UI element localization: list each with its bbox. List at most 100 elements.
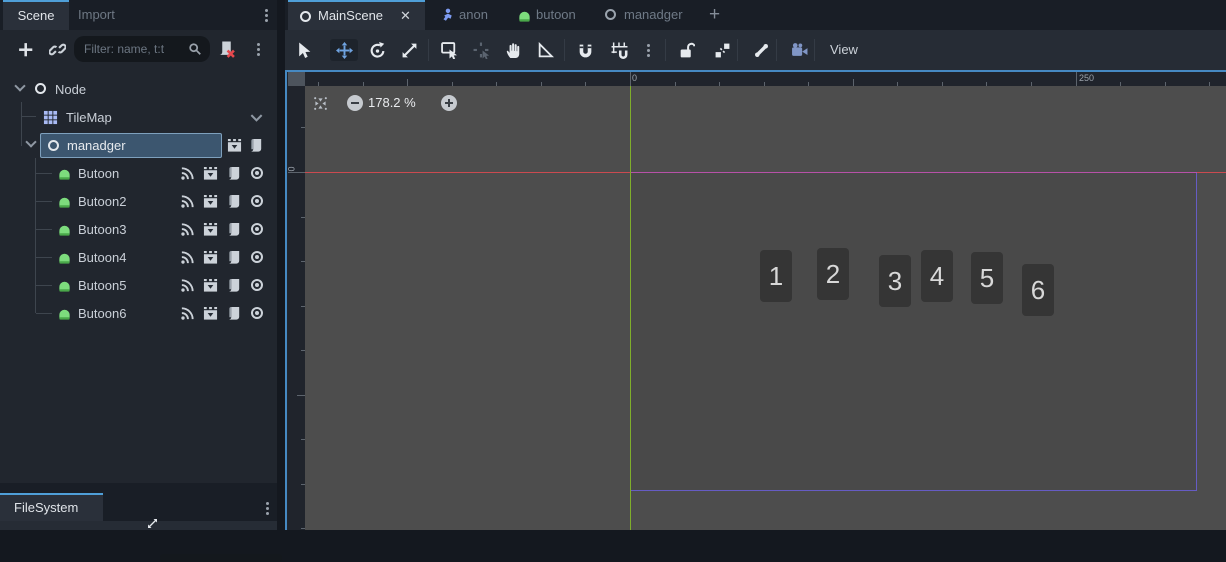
signal-icon[interactable] (180, 306, 195, 321)
button-node-icon (57, 166, 72, 181)
grid-snap-button[interactable] (608, 39, 630, 61)
rotate-tool-button[interactable] (366, 39, 388, 61)
ruler-label: 0 (632, 73, 638, 83)
tree-row-butoon5[interactable]: Butoon5 (0, 271, 277, 299)
ruler-label: 0 (288, 166, 297, 171)
scene-tab-mainscene[interactable]: MainScene ✕ (288, 0, 425, 30)
script-icon[interactable] (227, 250, 242, 265)
collapse-icon[interactable] (14, 80, 26, 92)
scene-button-4: 4 (921, 250, 953, 302)
rename-input[interactable] (67, 134, 217, 157)
scale-tool-button[interactable] (398, 39, 420, 61)
visibility-icon[interactable] (251, 195, 263, 207)
filesystem-menu-icon[interactable] (266, 502, 269, 505)
instance-scene-icon[interactable] (49, 41, 66, 58)
script-icon[interactable] (249, 138, 264, 153)
h-ruler[interactable]: 0 250 (305, 72, 1226, 86)
skeleton-button[interactable] (750, 39, 772, 61)
tab-scene[interactable]: Scene (3, 0, 69, 30)
node-icon (48, 140, 59, 151)
ruler-tool-button[interactable] (534, 39, 556, 61)
visibility-icon[interactable] (251, 279, 263, 291)
toolbar-separator (428, 39, 429, 61)
tree-row-manadger[interactable] (0, 131, 277, 159)
group-button[interactable] (711, 39, 733, 61)
signal-icon[interactable] (180, 194, 195, 209)
script-icon[interactable] (227, 306, 242, 321)
tree-row-butoon[interactable]: Butoon (0, 159, 277, 187)
filesystem-split-icon[interactable] (147, 518, 158, 529)
tree-row-butoon6[interactable]: Butoon6 (0, 299, 277, 327)
script-icon[interactable] (227, 278, 242, 293)
zoom-out-button[interactable] (347, 95, 363, 111)
camera-override-button[interactable] (788, 39, 810, 61)
lock-button[interactable] (675, 39, 697, 61)
dock-splitter[interactable] (277, 0, 285, 530)
character-icon (440, 8, 455, 23)
collapse-icon[interactable] (25, 136, 37, 148)
node-icon (605, 9, 616, 20)
visibility-icon[interactable] (251, 307, 263, 319)
x-axis-line (1197, 172, 1226, 173)
node-icon (300, 11, 311, 22)
groups-icon[interactable] (203, 166, 218, 181)
new-scene-tab-button[interactable]: + (709, 0, 720, 30)
groups-icon[interactable] (203, 250, 218, 265)
filesystem-search-input[interactable] (160, 554, 282, 562)
add-node-icon[interactable] (17, 41, 34, 58)
scene-button-3: 3 (879, 255, 911, 307)
tree-menu-icon[interactable] (257, 43, 260, 46)
groups-icon[interactable] (203, 306, 218, 321)
canvas-2d[interactable]: 178.2 % 1 2 3 4 5 6 (305, 86, 1226, 530)
dock-menu-icon[interactable] (265, 9, 268, 12)
signal-icon[interactable] (180, 278, 195, 293)
butoon-label: Butoon2 (78, 194, 127, 209)
visibility-icon[interactable] (251, 167, 263, 179)
tab-filesystem[interactable]: FileSystem (0, 493, 103, 521)
script-icon[interactable] (227, 194, 242, 209)
groups-icon[interactable] (227, 138, 242, 153)
close-icon[interactable]: ✕ (400, 1, 411, 31)
groups-icon[interactable] (203, 278, 218, 293)
select-tool-button[interactable] (293, 39, 315, 61)
smart-snap-button[interactable] (574, 39, 596, 61)
x-axis-line (305, 172, 630, 173)
tree-row-butoon3[interactable]: Butoon3 (0, 215, 277, 243)
signal-icon[interactable] (180, 222, 195, 237)
zoom-in-button[interactable] (441, 95, 457, 111)
groups-icon[interactable] (203, 194, 218, 209)
toolbar-separator (776, 39, 777, 61)
tree-row-node[interactable]: Node (0, 75, 277, 103)
zoom-level-label[interactable]: 178.2 % (368, 95, 416, 111)
center-view-icon[interactable] (312, 95, 329, 112)
groups-icon[interactable] (203, 222, 218, 237)
button-node-icon (57, 250, 72, 265)
chevron-down-icon[interactable] (249, 110, 264, 125)
tab-import[interactable]: Import (78, 0, 115, 30)
visibility-icon[interactable] (251, 251, 263, 263)
canvas-toolbar: View (285, 30, 1226, 70)
view-menu-button[interactable]: View (830, 30, 858, 70)
move-tool-button[interactable] (330, 39, 358, 61)
pan-tool-button[interactable] (502, 39, 524, 61)
signal-icon[interactable] (180, 250, 195, 265)
detach-script-icon[interactable] (218, 41, 235, 58)
scene-tab-label: butoon (536, 7, 576, 22)
tree-row-butoon4[interactable]: Butoon4 (0, 243, 277, 271)
script-icon[interactable] (227, 166, 242, 181)
toolbar-separator (564, 39, 565, 61)
scene-tab-label: anon (459, 7, 488, 22)
tree-row-tilemap[interactable]: TileMap (0, 103, 277, 131)
tree-row-butoon2[interactable]: Butoon2 (0, 187, 277, 215)
main-viewport-column: MainScene ✕ anon butoon manadger + View … (285, 0, 1226, 530)
v-ruler[interactable]: 0 (288, 86, 305, 530)
scene-button-1: 1 (760, 250, 792, 302)
pivot-tool-button[interactable] (470, 39, 492, 61)
script-icon[interactable] (227, 222, 242, 237)
list-select-button[interactable] (438, 39, 460, 61)
visibility-icon[interactable] (251, 223, 263, 235)
toolbar-separator (814, 39, 815, 61)
snap-options-icon[interactable] (637, 39, 659, 61)
scene-button-2: 2 (817, 248, 849, 300)
signal-icon[interactable] (180, 166, 195, 181)
